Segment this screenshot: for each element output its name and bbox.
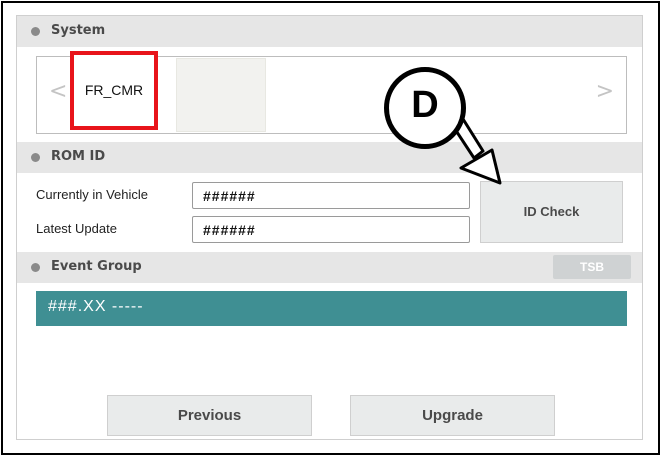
callout-d: D (384, 67, 466, 149)
callout-letter: D (411, 84, 439, 126)
callout-arrow (447, 109, 502, 185)
